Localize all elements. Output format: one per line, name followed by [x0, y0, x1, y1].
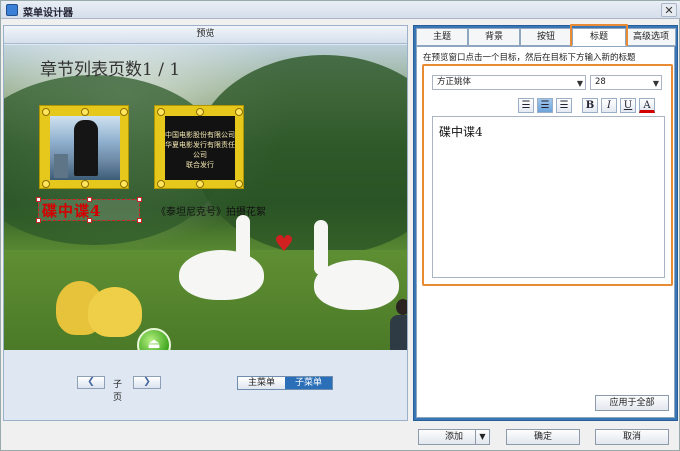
chevron-down-icon: ▼	[652, 79, 659, 88]
smiley-icon	[157, 108, 165, 116]
add-button[interactable]: 添加 ▼	[418, 429, 490, 445]
next-page-button[interactable]: ❯	[133, 376, 161, 389]
prev-page-button[interactable]: ❮	[77, 376, 105, 389]
align-center-button[interactable]: ☰	[537, 98, 553, 113]
app-icon	[6, 4, 18, 16]
bush-leaf	[88, 287, 142, 337]
title-text-input[interactable]: 碟中谍4	[432, 116, 665, 278]
font-select[interactable]: 方正姚体 ▼	[432, 75, 586, 90]
page-label: 子页	[113, 380, 123, 403]
apply-to-all-button[interactable]: 应用于全部	[595, 395, 669, 411]
italic-button[interactable]: I	[601, 98, 617, 113]
font-size-select[interactable]: 28 ▼	[590, 75, 662, 90]
title-bar: 菜单设计器 ✕	[1, 1, 680, 19]
title-tab-body: 在预览窗口点击一个目标，然后在目标下方输入新的标题 方正姚体 ▼ 28 ▼ ☰ …	[416, 46, 675, 418]
cancel-button[interactable]: 取消	[595, 429, 669, 445]
smiley-icon	[120, 108, 128, 116]
smiley-icon	[235, 108, 243, 116]
smiley-icon	[81, 108, 89, 116]
resize-handle[interactable]	[36, 197, 41, 202]
swan-left-body	[179, 250, 264, 300]
tab-strip: 主题 背景 按钮 标题 高级选项	[416, 24, 676, 48]
underline-button[interactable]: U	[620, 98, 636, 113]
person-body	[390, 315, 407, 350]
person-figure	[388, 299, 407, 350]
instruction-text: 在预览窗口点击一个目标，然后在目标下方输入新的标题	[423, 53, 636, 63]
chapter-list-title: 章节列表页数1 / 1	[40, 60, 181, 80]
close-button[interactable]: ✕	[661, 3, 677, 17]
add-button-label: 添加	[444, 432, 463, 442]
preview-header: 预览	[4, 26, 407, 44]
building-shape	[54, 154, 68, 178]
figure-silhouette	[74, 120, 98, 176]
font-select-value: 方正姚体	[437, 77, 472, 87]
chevron-down-icon[interactable]: ▼	[475, 430, 489, 444]
tab-buttons[interactable]: 按钮	[520, 28, 572, 46]
chapter-thumbnail-1[interactable]	[39, 105, 129, 189]
flower-bush	[56, 281, 144, 337]
align-left-button[interactable]: ☰	[518, 98, 534, 113]
smiley-icon	[120, 180, 128, 188]
smiley-icon	[81, 180, 89, 188]
preview-canvas[interactable]: 章节列表页数1 / 1 中国电影股份有限公司 华夏电影发行有限责任公司 联合发行	[4, 45, 407, 350]
swan-left-neck	[236, 215, 250, 270]
title-edit-group: 方正姚体 ▼ 28 ▼ ☰ ☰ ☰ B I U A 碟中谍4	[422, 64, 673, 286]
menu-designer-window: 菜单设计器 ✕ 预览 章节列表页数1 / 1 中国电影股份有限公司 华夏电影发行…	[0, 0, 680, 451]
smiley-icon	[196, 108, 204, 116]
resize-handle[interactable]	[137, 218, 142, 223]
ok-button[interactable]: 确定	[506, 429, 580, 445]
resize-handle[interactable]	[36, 218, 41, 223]
smiley-icon	[235, 180, 243, 188]
heart-icon: ♥	[274, 232, 294, 257]
smiley-icon	[196, 180, 204, 188]
font-size-value: 28	[595, 77, 606, 87]
thumbnail-image	[50, 116, 120, 180]
smiley-icon	[157, 180, 165, 188]
thumbnail-title-2[interactable]: 《泰坦尼克号》拍摄花絮	[156, 203, 266, 218]
menu-toggle: 主菜单 子菜单	[237, 376, 334, 390]
font-color-button[interactable]: A	[639, 98, 655, 113]
tab-background[interactable]: 背景	[468, 28, 520, 46]
thumbnail-title-1[interactable]: 碟中谍4	[42, 200, 101, 221]
preview-panel: 预览 章节列表页数1 / 1 中国电影股份有限公司 华夏电影发行有限责任公司 联…	[3, 25, 408, 421]
properties-panel: 主题 背景 按钮 标题 高级选项 在预览窗口点击一个目标，然后在目标下方输入新的…	[413, 24, 678, 421]
main-menu-button[interactable]: 主菜单	[238, 377, 286, 389]
swan-right-neck	[314, 220, 328, 275]
align-right-button[interactable]: ☰	[556, 98, 572, 113]
sub-menu-button[interactable]: 子菜单	[285, 377, 333, 389]
chevron-down-icon: ▼	[576, 79, 583, 88]
chapter-thumbnail-2[interactable]: 中国电影股份有限公司 华夏电影发行有限责任公司 联合发行	[154, 105, 244, 189]
smiley-icon	[42, 108, 50, 116]
tab-advanced[interactable]: 高级选项	[626, 28, 676, 46]
person-head	[396, 299, 407, 315]
thumbnail-text: 中国电影股份有限公司 华夏电影发行有限责任公司 联合发行	[165, 116, 235, 180]
tab-theme[interactable]: 主题	[416, 28, 468, 46]
bold-button[interactable]: B	[582, 98, 598, 113]
smiley-icon	[42, 180, 50, 188]
tab-highlight	[570, 24, 628, 48]
resize-handle[interactable]	[137, 197, 142, 202]
window-title: 菜单设计器	[23, 8, 73, 19]
